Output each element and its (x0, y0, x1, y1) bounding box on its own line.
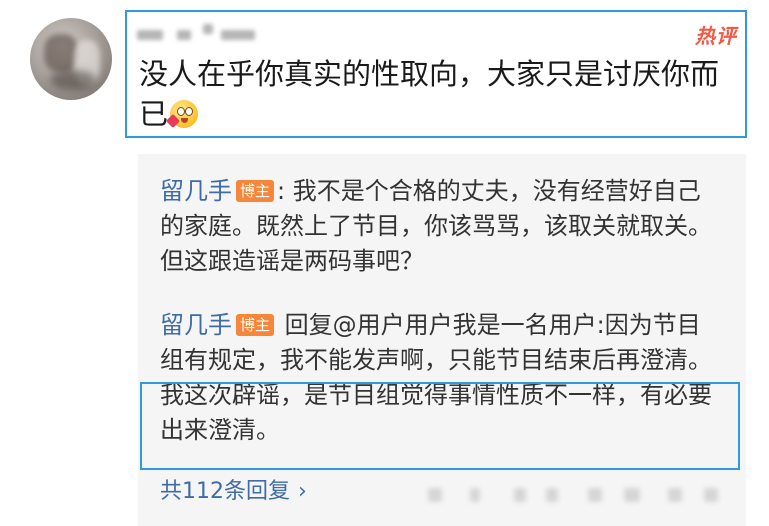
more-replies-link[interactable]: 共112条回复 › (160, 477, 307, 507)
redacted-strip (428, 488, 728, 502)
reply-author-link[interactable]: 留几手 (160, 177, 232, 205)
main-comment: 热评 没人在乎你真实的性取向，大家只是讨厌你而已 (125, 10, 747, 138)
avatar[interactable] (30, 18, 112, 100)
avatar-blur-3 (50, 70, 96, 90)
hot-comment-badge: 热评 (695, 24, 737, 48)
comment-body: 没人在乎你真实的性取向，大家只是讨厌你而已 (139, 54, 737, 134)
reply-author-link[interactable]: 留几手 (160, 311, 232, 339)
avatar-blur-1 (44, 34, 78, 72)
weibo-comment-screenshot: 热评 没人在乎你真实的性取向，大家只是讨厌你而已 留几手 博主: 我不是个合格的丈… (0, 0, 769, 526)
reply-section: 留几手 博主: 我不是个合格的丈夫，没有经营好自己的家庭。既然上了节目，你该骂骂，… (138, 154, 746, 526)
comment-text: 没人在乎你真实的性取向，大家只是讨厌你而已 (139, 57, 720, 131)
highlight-annotation-box (140, 382, 740, 470)
username-redacted[interactable] (137, 20, 267, 46)
chevron-right-icon: › (298, 479, 307, 504)
blogger-badge: 博主 (236, 314, 275, 336)
blogger-badge: 博主 (236, 180, 275, 202)
heart-eyes-emoji-icon (165, 100, 199, 129)
more-replies-label: 共112条回复 (160, 479, 290, 504)
reply-item: 留几手 博主: 我不是个合格的丈夫，没有经营好自己的家庭。既然上了节目，你该骂骂，… (160, 174, 720, 279)
